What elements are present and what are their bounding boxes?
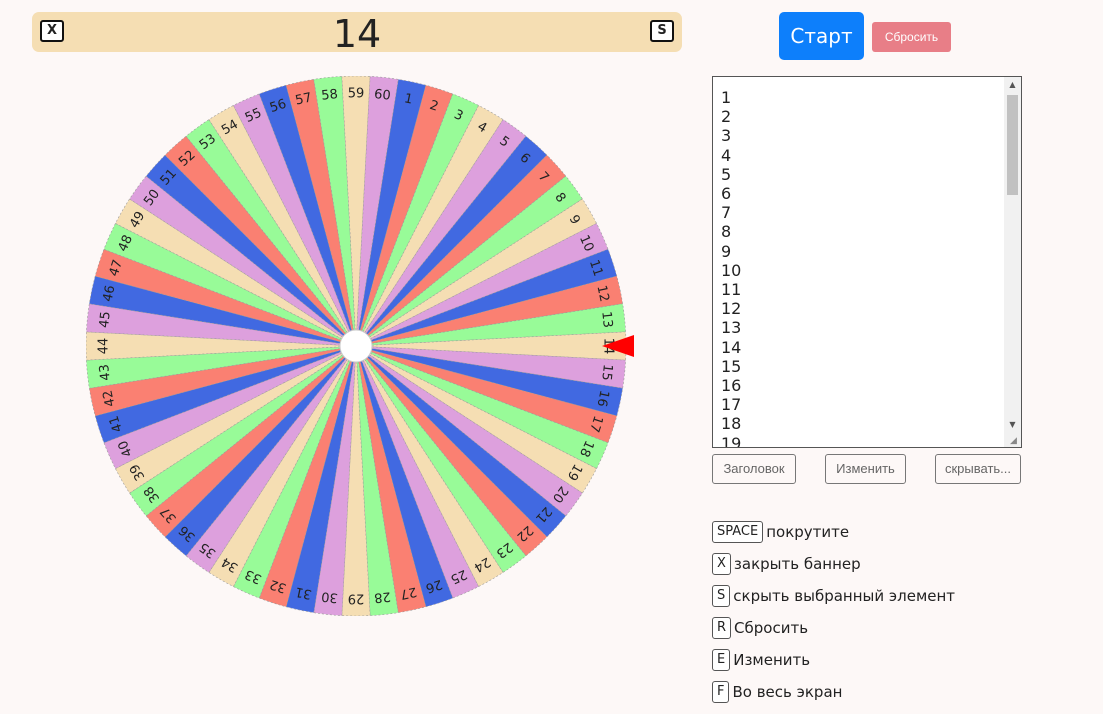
wheel-label: 30 (321, 588, 339, 605)
textarea-scrollbar[interactable]: ▲ ▼ (1004, 77, 1021, 447)
shortcut-key: SPACE (712, 521, 764, 543)
spin-wheel[interactable]: 1234567891011121314151617181920212223242… (86, 76, 646, 616)
reset-button[interactable]: Сбросить (872, 22, 951, 52)
shortcut-key: F (712, 681, 730, 703)
shortcut-description: покрутите (766, 523, 850, 541)
scroll-up-icon[interactable]: ▲ (1004, 77, 1021, 93)
shortcut-description: скрыть выбранный элемент (733, 587, 956, 605)
wheel-label: 60 (373, 87, 391, 104)
shortcut-description: Сбросить (734, 619, 809, 637)
wheel-label: 15 (598, 363, 615, 381)
wheel-label: 58 (321, 87, 339, 104)
result-banner: 14 X S (32, 12, 682, 56)
shortcut-row: Sскрыть выбранный элемент (712, 585, 955, 609)
items-textarea[interactable]: 1 2 3 4 5 6 7 8 9 10 11 12 13 14 15 16 17 18 19 ▲ ▼ ◢ (712, 76, 1022, 448)
scroll-down-icon[interactable]: ▼ (1004, 417, 1021, 433)
shortcut-row: R Сбросить (712, 617, 808, 641)
hide-selected-button[interactable]: S (650, 20, 674, 42)
shortcut-description: Во весь экран (732, 683, 843, 701)
wheel-label: 59 (348, 87, 365, 102)
shortcut-key: R (712, 617, 732, 639)
wheel-label: 45 (97, 311, 114, 329)
wheel-label: 29 (348, 591, 365, 606)
wheel-label: 28 (373, 588, 391, 605)
scrollbar-thumb[interactable] (1007, 95, 1018, 195)
shortcut-key: E (712, 649, 731, 671)
header-button[interactable]: Заголовок (712, 454, 796, 484)
wheel-label: 13 (598, 311, 615, 329)
hide-options-button[interactable]: скрывать... (935, 454, 1021, 484)
wheel-center-hub (339, 329, 373, 363)
shortcut-row: E Изменить (712, 649, 810, 673)
close-banner-button[interactable]: X (40, 20, 64, 42)
wheel-label: 43 (97, 363, 114, 381)
banner-result-text: 14 (332, 12, 382, 56)
start-button[interactable]: Старт (779, 12, 864, 60)
shortcut-row: SPACE покрутите (712, 521, 849, 545)
edit-button[interactable]: Изменить (825, 454, 906, 484)
shortcut-key: S (712, 585, 731, 607)
shortcut-row: F Во весь экран (712, 681, 842, 705)
shortcut-key: X (712, 553, 731, 575)
items-text[interactable]: 1 2 3 4 5 6 7 8 9 10 11 12 13 14 15 16 17 18 19 (721, 88, 741, 447)
shortcut-row: Xзакрыть баннер (712, 553, 861, 577)
shortcut-description: закрыть баннер (733, 555, 861, 573)
shortcut-description: Изменить (733, 651, 811, 669)
resize-grip-icon[interactable]: ◢ (1010, 436, 1020, 446)
wheel-label: 44 (97, 338, 112, 355)
